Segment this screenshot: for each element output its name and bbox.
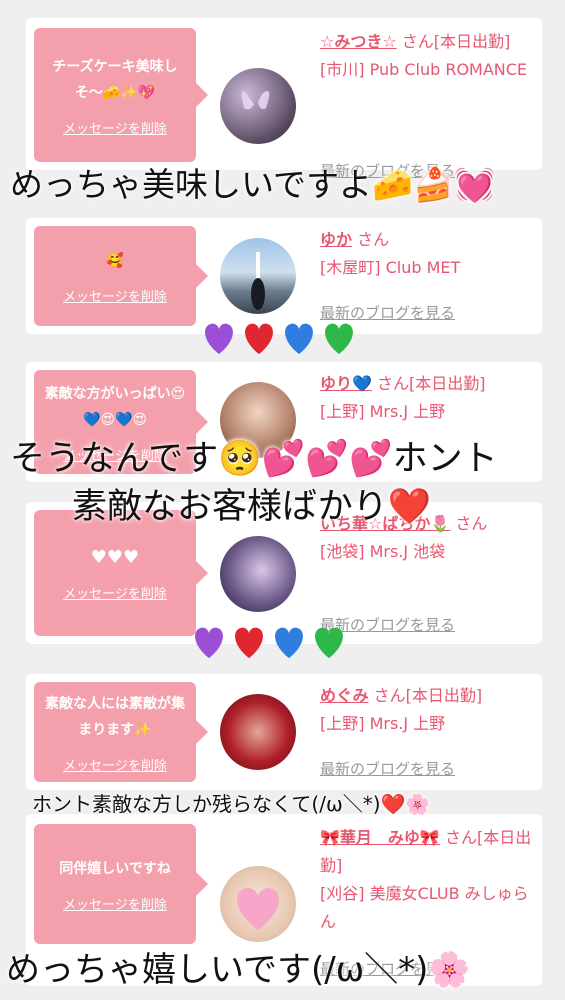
overlay-caption: そうなんです🥺💕💕💕ホント [10,439,498,479]
favorite-card: 素敵な人には素敵が集まります✨ メッセージを削除 めぐみ さん[本日出勤] [上… [26,674,542,790]
red-heart-icon [235,627,263,659]
delete-message-link[interactable]: メッセージを削除 [63,894,167,913]
cast-name-link[interactable]: ゆり💙 [320,374,372,393]
store-name: [刈谷] 美魔女CLUB みしゅらん [320,884,529,931]
tower-icon [251,252,265,310]
green-heart-icon [325,323,353,355]
green-heart-icon [315,627,343,659]
message-bubble: チーズケーキ美味しそ〜🧀✨💖 メッセージを削除 [34,28,208,162]
cast-status: さん[本日出勤] [377,374,486,393]
blue-heart-icon [275,627,303,659]
hearts-row [190,624,348,660]
delete-message-link[interactable]: メッセージを削除 [63,583,167,602]
avatar[interactable] [220,238,296,314]
cast-status: さん [455,514,488,533]
avatar[interactable] [220,694,296,770]
message-text: 素敵な方がいっぱい😍💙😍💙😍 [44,385,186,428]
store-name: [木屋町] Club MET [320,258,461,277]
cast-name-link[interactable]: ゆか [320,230,352,249]
favorite-card: チーズケーキ美味しそ〜🧀✨💖 メッセージを削除 ☆みつき☆ さん[本日出勤] [… [26,18,542,180]
store-name: [上野] Mrs.J 上野 [320,714,446,733]
cast-status: さん [357,230,390,249]
overlay-caption: 素敵なお客様ばかり❤️ [72,487,432,527]
heart-sticker-icon [237,888,279,930]
message-text: 同伴嬉しいですね [59,860,171,877]
avatar[interactable] [220,68,296,144]
blue-heart-icon [285,323,313,355]
overlay-caption: めっちゃ美味しいですよ🧀🍰💓 [10,165,496,204]
favorite-card: 🥰 メッセージを削除 ゆか さん [木屋町] Club MET 最新のブログを見… [26,218,542,334]
butterfly-icon [241,91,270,110]
red-heart-icon [245,323,273,355]
purple-heart-icon [195,627,223,659]
store-name: [市川] Pub Club ROMANCE [320,60,528,79]
message-bubble: 素敵な人には素敵が集まります✨ メッセージを削除 [34,682,208,782]
delete-message-link[interactable]: メッセージを削除 [63,286,167,305]
cast-name-link[interactable]: ☆みつき☆ [320,32,397,51]
store-name: [池袋] Mrs.J 池袋 [320,542,446,561]
delete-message-link[interactable]: メッセージを削除 [63,755,167,774]
message-bubble: 🥰 メッセージを削除 [34,226,208,326]
cast-name-link[interactable]: めぐみ [320,686,368,705]
message-text: チーズケーキ美味しそ〜🧀✨💖 [52,58,178,101]
purple-heart-icon [205,323,233,355]
message-text: 🥰 [106,252,124,269]
overlay-caption: めっちゃ嬉しいです(/ω＼*)🌸 [6,950,471,990]
hearts-row [200,320,358,356]
cast-name-link[interactable]: 🎀華月 みゆ🎀 [320,828,440,847]
blog-link[interactable]: 最新のブログを見る [320,758,455,779]
message-bubble: 同伴嬉しいですね メッセージを削除 [34,824,208,944]
message-text: 素敵な人には素敵が集まります✨ [45,695,185,738]
avatar[interactable] [220,536,296,612]
cast-status: さん[本日出勤] [401,32,511,51]
store-name: [上野] Mrs.J 上野 [320,402,446,421]
cast-status: さん[本日出勤] [373,686,483,705]
avatar[interactable] [220,866,296,942]
delete-message-link[interactable]: メッセージを削除 [63,118,167,137]
overlay-caption: ホント素敵な方しか残らなくて(/ω＼*)❤️🌸 [32,792,431,816]
message-text: ♥♥♥ [90,546,140,568]
